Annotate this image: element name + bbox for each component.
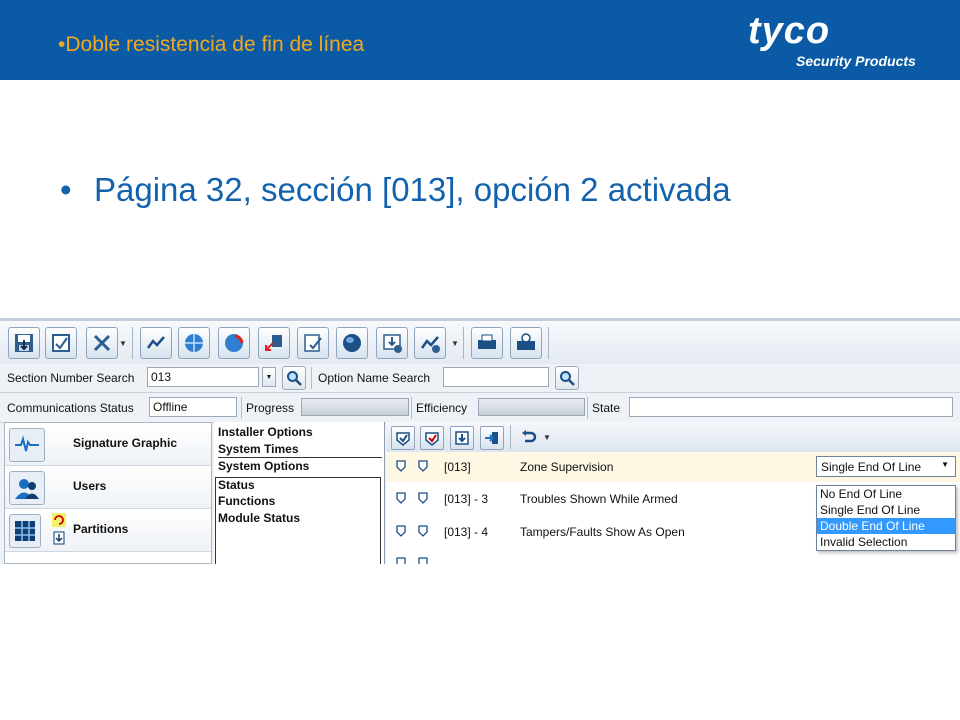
grid-toolbar-separator — [510, 425, 511, 449]
dropdown-option-double-eol[interactable]: Double End Of Line — [817, 518, 955, 534]
row-option-name: Tampers/Faults Show As Open — [520, 525, 685, 539]
nav-label: Partitions — [73, 522, 129, 536]
graph-icon[interactable] — [140, 327, 172, 359]
slide-header: •Doble resistencia de fin de línea tyco … — [0, 0, 960, 80]
zone-supervision-dropdown-list: No End Of Line Single End Of Line Double… — [816, 485, 956, 551]
tyco-logo: tyco Security Products — [748, 10, 933, 72]
partitions-icon — [9, 514, 41, 548]
shield-icon — [396, 557, 406, 564]
option-system-options[interactable]: System Options — [218, 459, 309, 473]
main-toolbar: ▼ ▼ — [0, 318, 960, 368]
option-status[interactable]: Status — [218, 478, 255, 492]
zone-supervision-select[interactable]: Single End Of Line ▼ — [816, 456, 956, 477]
options-panel: Installer Options System Times System Op… — [214, 422, 385, 564]
dropdown-option-single-eol[interactable]: Single End Of Line — [817, 502, 955, 518]
waveform-icon — [9, 428, 45, 462]
search-row: Section Number Search 013 ▼ Option Name … — [0, 364, 960, 393]
grid-upload-icon[interactable] — [391, 426, 415, 450]
refresh-icon — [52, 513, 66, 527]
users-icon — [9, 471, 45, 505]
left-nav: Signature Graphic Users Partitions — [4, 422, 212, 564]
nav-item-users[interactable]: Users — [5, 466, 211, 509]
select-value: Single End Of Line — [821, 460, 922, 474]
row-option-name: Zone Supervision — [520, 460, 614, 474]
shield-icon — [418, 557, 428, 564]
edit-check-icon[interactable] — [297, 327, 329, 359]
efficiency-label: Efficiency — [416, 401, 468, 415]
toolbar-separator — [132, 327, 133, 359]
save-icon[interactable] — [8, 327, 40, 359]
option-module-status[interactable]: Module Status — [218, 511, 300, 525]
shield-icon — [396, 460, 406, 472]
progress-label: Progress — [246, 401, 295, 415]
option-system-times[interactable]: System Times — [218, 442, 299, 456]
toolbar-separator — [548, 327, 549, 359]
dropdown-option-no-eol[interactable]: No End Of Line — [817, 486, 955, 502]
transfer-icon[interactable] — [258, 327, 290, 359]
dropdown-option-invalid[interactable]: Invalid Selection — [817, 534, 955, 550]
shield-icon — [418, 492, 428, 504]
nav-label: Users — [73, 479, 107, 493]
download-small-icon — [53, 531, 65, 545]
option-name-search-label: Option Name Search — [318, 371, 431, 385]
shield-icon — [396, 492, 406, 504]
grid-download-icon[interactable] — [450, 426, 474, 450]
option-search-icon[interactable] — [555, 366, 579, 390]
bullet-dot: • — [60, 171, 72, 208]
tools-dropdown-arrow-icon[interactable]: ▼ — [119, 339, 127, 348]
toolbar-separator — [463, 327, 464, 359]
slide-header-title: •Doble resistencia de fin de línea — [58, 33, 365, 56]
options-divider — [218, 457, 382, 458]
undo-icon[interactable] — [518, 426, 540, 448]
checklist-icon[interactable] — [45, 327, 77, 359]
select-arrow-icon[interactable]: ▼ — [941, 460, 949, 469]
section-number-search-label: Section Number Search — [7, 371, 135, 385]
state-field — [629, 397, 953, 417]
nav-label: Signature Graphic — [73, 436, 178, 450]
shield-icon — [418, 525, 428, 537]
nav-item-signature-graphic[interactable]: Signature Graphic — [5, 423, 211, 466]
table-row[interactable] — [386, 549, 960, 564]
download-cancel-icon[interactable] — [376, 327, 408, 359]
status-separator — [411, 397, 412, 419]
logo-subtitle: Security Products — [796, 53, 916, 69]
section-search-icon[interactable] — [282, 366, 306, 390]
section-number-search-input[interactable]: 013 — [147, 367, 259, 387]
undo-dropdown-arrow-icon[interactable]: ▼ — [543, 433, 551, 442]
printer-icon[interactable] — [471, 327, 503, 359]
option-name-search-input[interactable] — [443, 367, 549, 387]
globe-connect-icon[interactable] — [178, 327, 210, 359]
row-option-name: Troubles Shown While Armed — [520, 492, 678, 506]
grid-transfer-icon[interactable] — [480, 426, 504, 450]
row-section: [013] — [444, 460, 471, 474]
progress-bar — [301, 398, 409, 416]
sphere-icon[interactable] — [336, 327, 368, 359]
grid-toolbar: ▼ — [386, 422, 960, 453]
logo-word: tyco — [748, 10, 831, 52]
grid-tag-red-icon[interactable] — [420, 426, 444, 450]
row-section: [013] - 4 — [444, 525, 489, 539]
status-separator — [587, 397, 588, 419]
graph-cancel-icon[interactable] — [414, 327, 446, 359]
graph-dropdown-arrow-icon[interactable]: ▼ — [451, 339, 459, 348]
option-functions[interactable]: Functions — [218, 494, 275, 508]
bullet-text: Página 32, sección [013], opción 2 activ… — [94, 171, 731, 208]
status-row: Communications Status Offline Progress E… — [0, 394, 960, 423]
search-separator — [311, 367, 312, 389]
nav-item-partitions[interactable]: Partitions — [5, 509, 211, 552]
communications-status-field: Offline — [149, 397, 237, 417]
section-dropdown-arrow-icon[interactable]: ▼ — [262, 367, 276, 387]
shield-icon — [418, 460, 428, 472]
globe-disconnect-icon[interactable] — [218, 327, 250, 359]
row-section: [013] - 3 — [444, 492, 489, 506]
tools-icon[interactable] — [86, 327, 118, 359]
table-row[interactable]: [013] Zone Supervision Single End Of Lin… — [386, 452, 960, 482]
status-separator — [241, 397, 242, 419]
efficiency-bar — [478, 398, 585, 416]
communications-status-label: Communications Status — [7, 401, 134, 415]
option-installer-options[interactable]: Installer Options — [218, 425, 313, 439]
state-label: State — [592, 401, 621, 415]
print-preview-icon[interactable] — [510, 327, 542, 359]
shield-icon — [396, 525, 406, 537]
